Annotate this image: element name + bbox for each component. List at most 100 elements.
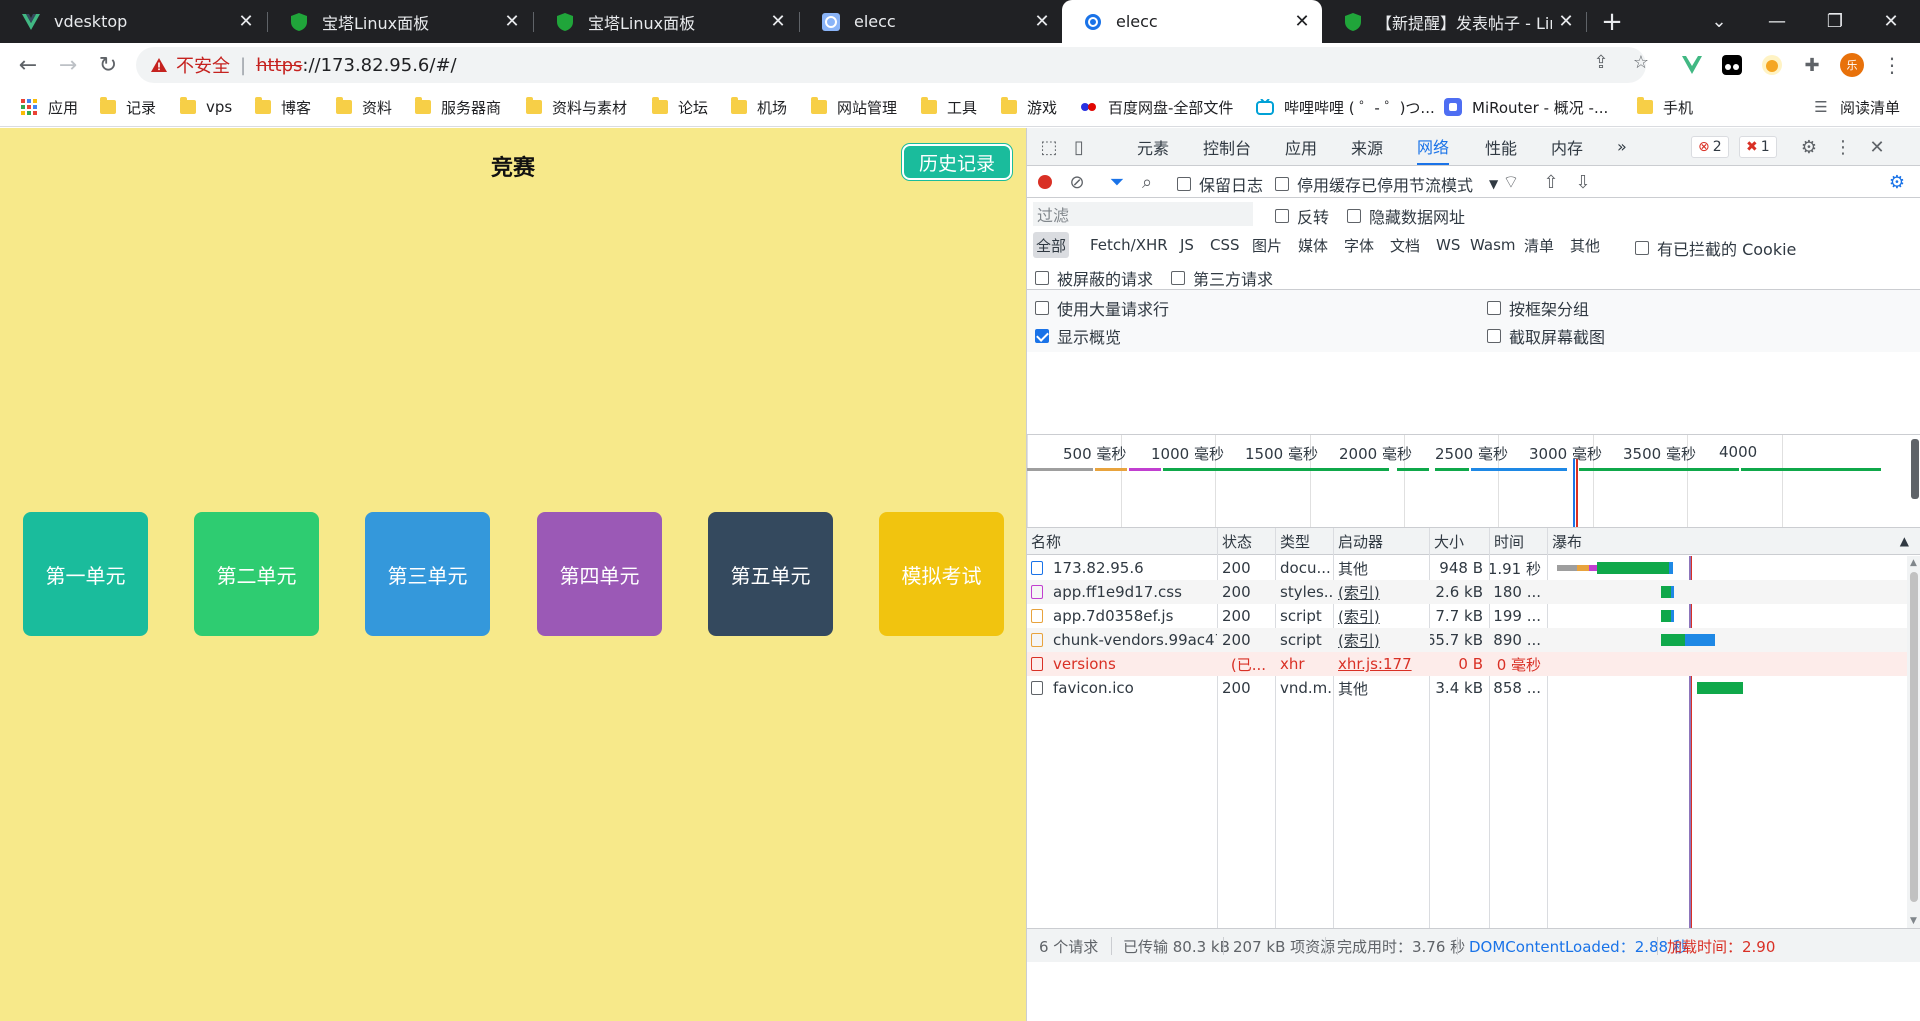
close-tab-icon[interactable]: ✕ <box>1028 11 1056 32</box>
blocked-requests-checkbox[interactable]: 被屏蔽的请求 <box>1035 266 1153 290</box>
filter-wasm[interactable]: Wasm <box>1467 232 1519 258</box>
error-badge[interactable]: ⊗ 2 <box>1691 136 1729 158</box>
table-scrollbar[interactable]: ▲ ▼ <box>1907 556 1920 928</box>
overview-scroll-handle[interactable] <box>1911 439 1919 499</box>
extension-cat-icon[interactable] <box>1760 53 1784 77</box>
bookmark-folder-games[interactable]: 游戏 <box>1001 87 1057 127</box>
initiator-link[interactable]: (索引) <box>1334 580 1429 604</box>
filter-font[interactable]: 字体 <box>1341 232 1377 258</box>
unit-card-2[interactable]: 第二单元 <box>194 512 319 636</box>
col-initiator[interactable]: 启动器 <box>1334 528 1429 555</box>
preserve-log-checkbox[interactable]: 保留日志 <box>1177 172 1263 196</box>
filter-funnel-icon[interactable]: ⏷ <box>1105 170 1129 194</box>
col-waterfall[interactable]: 瀑布 ▲ <box>1548 528 1920 555</box>
tab-search-icon[interactable]: ⌄ <box>1690 0 1748 43</box>
invert-checkbox[interactable]: 反转 <box>1275 204 1329 228</box>
search-icon[interactable]: ⌕ <box>1135 170 1159 194</box>
record-icon[interactable] <box>1033 170 1057 194</box>
address-bar[interactable]: 不安全 | https://173.82.95.6/#/ <box>136 47 1646 83</box>
tab-vdesktop[interactable]: vdesktop ✕ <box>0 0 266 43</box>
history-button[interactable]: 历史记录 <box>902 144 1012 180</box>
close-devtools-icon[interactable]: ✕ <box>1865 135 1889 159</box>
bookmark-folder-site-admin[interactable]: 网站管理 <box>811 87 897 127</box>
extension-tampermonkey-icon[interactable] <box>1720 53 1744 77</box>
reload-icon[interactable]: ↻ <box>92 49 124 81</box>
bookmark-folder-airports[interactable]: 机场 <box>731 87 787 127</box>
scroll-down-icon[interactable]: ▼ <box>1910 916 1917 926</box>
tab-new-post[interactable]: 【新提醒】发表帖子 - Linu ✕ <box>1322 0 1586 43</box>
table-row[interactable]: chunk-vendors.99ac47e5.js 200 script (索引… <box>1027 628 1907 652</box>
filter-input[interactable]: 过滤 <box>1033 202 1253 226</box>
initiator-link[interactable]: (索引) <box>1334 604 1429 628</box>
close-tab-icon[interactable]: ✕ <box>1288 11 1316 32</box>
extensions-puzzle-icon[interactable]: ✚ <box>1800 53 1824 77</box>
settings-gear-icon[interactable]: ⚙ <box>1797 135 1821 159</box>
filter-css[interactable]: CSS <box>1207 232 1243 258</box>
filter-media[interactable]: 媒体 <box>1295 232 1331 258</box>
inspect-element-icon[interactable]: ⬚ <box>1037 135 1061 159</box>
tab-elecc-active[interactable]: elecc ✕ <box>1062 0 1322 43</box>
bookmark-folder-vps[interactable]: vps <box>180 87 232 127</box>
tab-sources[interactable]: 来源 <box>1351 128 1383 165</box>
mock-exam-card[interactable]: 模拟考试 <box>879 512 1004 636</box>
tab-network[interactable]: 网络 <box>1417 128 1450 165</box>
bookmark-folder-records[interactable]: 记录 <box>100 87 156 127</box>
blocked-cookies-checkbox[interactable]: 有已拦截的 Cookie <box>1635 236 1796 260</box>
initiator-link[interactable]: xhr.js:177 <box>1334 652 1429 676</box>
capture-screenshots-checkbox[interactable]: 截取屏幕截图 <box>1487 324 1605 348</box>
filter-doc[interactable]: 文档 <box>1387 232 1423 258</box>
more-tabs-button[interactable]: » <box>1617 128 1627 165</box>
bookmark-bilibili[interactable]: 哔哩哔哩 ( ゜- ゜)つ... <box>1256 87 1435 127</box>
close-tab-icon[interactable]: ✕ <box>498 11 526 32</box>
tab-application[interactable]: 应用 <box>1285 128 1317 165</box>
device-toolbar-icon[interactable]: ▯ <box>1067 135 1091 159</box>
col-name[interactable]: 名称 <box>1027 528 1217 555</box>
bookmark-star-icon[interactable]: ☆ <box>1630 51 1652 73</box>
big-request-rows-checkbox[interactable]: 使用大量请求行 <box>1035 296 1169 320</box>
col-size[interactable]: 大小 <box>1430 528 1489 555</box>
tab-elecc-1[interactable]: elecc ✕ <box>800 0 1062 43</box>
hide-data-urls-checkbox[interactable]: 隐藏数据网址 <box>1347 204 1465 228</box>
table-row[interactable]: app.ff1e9d17.css 200 styles... (索引) 2.6 … <box>1027 580 1907 604</box>
table-row[interactable]: 173.82.95.6 200 docu... 其他 948 B 1.91 秒 <box>1027 556 1907 580</box>
reading-list-button[interactable]: ☰ 阅读清单 <box>1812 87 1900 127</box>
scroll-up-icon[interactable]: ▲ <box>1910 558 1917 568</box>
close-tab-icon[interactable]: ✕ <box>232 11 260 32</box>
show-overview-checkbox[interactable]: 显示概览 <box>1035 324 1121 348</box>
bookmark-folder-materials[interactable]: 资料 <box>336 87 392 127</box>
filter-manifest[interactable]: 清单 <box>1521 232 1557 258</box>
forward-icon[interactable]: → <box>52 49 84 81</box>
unit-card-1[interactable]: 第一单元 <box>23 512 148 636</box>
close-tab-icon[interactable]: ✕ <box>1552 11 1580 32</box>
bookmark-folder-blog[interactable]: 博客 <box>255 87 311 127</box>
export-har-icon[interactable]: ⇩ <box>1571 170 1595 194</box>
tab-baota-1[interactable]: 宝塔Linux面板 ✕ <box>268 0 532 43</box>
timeline-overview[interactable]: 500 毫秒 1000 毫秒 1500 毫秒 2000 毫秒 2500 毫秒 3… <box>1027 434 1920 528</box>
tab-memory[interactable]: 内存 <box>1551 128 1583 165</box>
close-window-button[interactable]: ✕ <box>1862 0 1920 43</box>
col-time[interactable]: 时间 <box>1490 528 1547 555</box>
bookmark-folder-server-vendors[interactable]: 服务器商 <box>415 87 501 127</box>
filter-js[interactable]: JS <box>1177 232 1197 258</box>
bookmark-folder-forums[interactable]: 论坛 <box>652 87 708 127</box>
table-row[interactable]: app.7d0358ef.js 200 script (索引) 7.7 kB 1… <box>1027 604 1907 628</box>
menu-kebab-icon[interactable]: ⋮ <box>1880 53 1904 77</box>
tab-baota-2[interactable]: 宝塔Linux面板 ✕ <box>534 0 798 43</box>
bookmark-apps[interactable]: 应用 <box>20 87 78 127</box>
maximize-button[interactable]: ❐ <box>1806 0 1864 43</box>
share-icon[interactable]: ⇪ <box>1590 51 1612 73</box>
bookmark-folder-resources[interactable]: 资料与素材 <box>526 87 627 127</box>
network-conditions-icon[interactable]: ⌔ <box>1499 170 1523 194</box>
unit-card-5[interactable]: 第五单元 <box>708 512 833 636</box>
tab-console[interactable]: 控制台 <box>1203 128 1251 165</box>
filter-ws[interactable]: WS <box>1433 232 1463 258</box>
throttling-select[interactable]: 已停用节流模式 ▼ <box>1361 172 1498 196</box>
bookmark-baidu-pan[interactable]: 百度网盘-全部文件 <box>1080 87 1233 127</box>
table-row[interactable]: versions (已... xhr xhr.js:177 0 B 0 毫秒 <box>1027 652 1907 676</box>
devtools-menu-icon[interactable]: ⋮ <box>1831 135 1855 159</box>
table-row[interactable]: favicon.ico 200 vnd.m... 其他 3.4 kB 858 .… <box>1027 676 1907 700</box>
network-settings-gear-icon[interactable]: ⚙ <box>1885 170 1909 194</box>
extension-vue-devtools-icon[interactable] <box>1680 53 1704 77</box>
unit-card-3[interactable]: 第三单元 <box>365 512 490 636</box>
col-type[interactable]: 类型 <box>1276 528 1333 555</box>
